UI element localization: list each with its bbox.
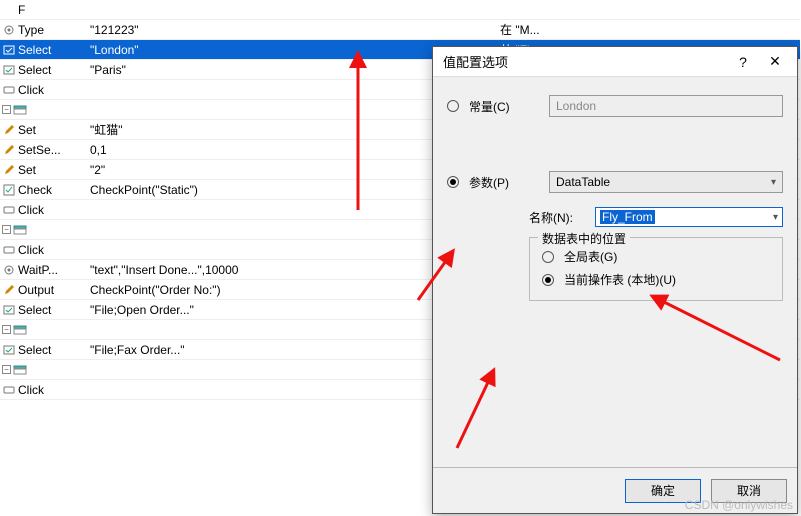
dialog-body: 常量(C) London 参数(P) DataTable ▾ 名称(N): Fl…	[433, 77, 797, 467]
row-label: WaitP...	[18, 263, 58, 277]
row-label: Click	[18, 243, 44, 257]
dialog-title: 值配置选项	[443, 52, 727, 71]
param-radio[interactable]	[447, 176, 459, 188]
expand-icon[interactable]: −	[2, 325, 11, 334]
expand-icon[interactable]: −	[2, 365, 11, 374]
row-label: Click	[18, 203, 44, 217]
table-row[interactable]: Type "121223" 在 "M...	[0, 20, 800, 40]
select-icon	[2, 303, 16, 317]
row-value: CheckPoint("Static")	[90, 183, 390, 197]
cancel-button[interactable]: 取消	[711, 479, 787, 503]
select-icon	[2, 43, 16, 57]
constant-option-row: 常量(C) London	[447, 95, 783, 117]
check-icon	[2, 183, 16, 197]
click-icon	[2, 243, 16, 257]
gear-icon	[2, 23, 16, 37]
ok-button[interactable]: 确定	[625, 479, 701, 503]
header-icon	[13, 223, 27, 237]
header-icon	[13, 323, 27, 337]
row-label: SetSe...	[18, 143, 61, 157]
row-label: Select	[18, 303, 51, 317]
location-groupbox: 数据表中的位置 全局表(G) 当前操作表 (本地)(U)	[529, 237, 783, 301]
row-label: Check	[18, 183, 52, 197]
pen-icon	[2, 123, 16, 137]
row-value: "虹猫"	[90, 121, 390, 138]
local-label: 当前操作表 (本地)(U)	[564, 271, 676, 288]
name-combobox[interactable]: Fly_From ▾	[595, 207, 783, 227]
row-label: Select	[18, 63, 51, 77]
select-icon	[2, 63, 16, 77]
header-icon	[13, 103, 27, 117]
param-type-value: DataTable	[556, 175, 610, 189]
dialog-buttons: 确定 取消	[433, 467, 797, 513]
name-value: Fly_From	[600, 210, 655, 224]
row-value: "London"	[90, 43, 390, 57]
table-row[interactable]: F	[0, 0, 800, 20]
header-icon	[13, 363, 27, 377]
row-extra: 在 "M...	[500, 21, 800, 38]
row-label: Click	[18, 83, 44, 97]
pen-icon	[2, 143, 16, 157]
row-label: Output	[18, 283, 54, 297]
row-value: "Paris"	[90, 63, 390, 77]
help-button[interactable]: ?	[727, 54, 759, 70]
chevron-down-icon: ▾	[771, 177, 776, 188]
dialog-titlebar: 值配置选项 ? ✕	[433, 47, 797, 77]
param-label: 参数(P)	[469, 174, 539, 191]
param-details: 名称(N): Fly_From ▾ 数据表中的位置 全局表(G) 当前操作表 (…	[529, 207, 783, 301]
value-config-dialog: 值配置选项 ? ✕ 常量(C) London 参数(P) DataTable ▾…	[432, 46, 798, 514]
row-value: "text","Insert Done...",10000	[90, 263, 390, 277]
row-label: Select	[18, 43, 51, 57]
pen-icon	[2, 283, 16, 297]
expand-icon[interactable]: −	[2, 225, 11, 234]
param-type-combobox[interactable]: DataTable ▾	[549, 171, 783, 193]
constant-radio[interactable]	[447, 100, 459, 112]
row-value: "File;Open Order..."	[90, 303, 390, 317]
expand-icon[interactable]: −	[2, 105, 11, 114]
click-icon	[2, 203, 16, 217]
local-radio[interactable]	[542, 274, 554, 286]
global-label: 全局表(G)	[564, 248, 617, 265]
row-value: "File;Fax Order..."	[90, 343, 390, 357]
param-option-row: 参数(P) DataTable ▾	[447, 171, 783, 193]
name-row: 名称(N): Fly_From ▾	[529, 207, 783, 227]
row-label: F	[18, 3, 25, 17]
row-label: Set	[18, 123, 36, 137]
select-icon	[2, 343, 16, 357]
row-label: Select	[18, 343, 51, 357]
click-icon	[2, 383, 16, 397]
chevron-down-icon: ▾	[773, 212, 778, 223]
row-value: "2"	[90, 163, 390, 177]
click-icon	[2, 83, 16, 97]
constant-label: 常量(C)	[469, 98, 539, 115]
global-radio[interactable]	[542, 251, 554, 263]
pen-icon	[2, 163, 16, 177]
row-label: Set	[18, 163, 36, 177]
constant-textbox: London	[549, 95, 783, 117]
none-icon	[2, 3, 16, 17]
local-option-row: 当前操作表 (本地)(U)	[542, 271, 770, 288]
row-value: 0,1	[90, 143, 390, 157]
groupbox-legend: 数据表中的位置	[538, 230, 630, 247]
row-label: Click	[18, 383, 44, 397]
gear-icon	[2, 263, 16, 277]
name-label: 名称(N):	[529, 209, 585, 226]
row-value: "121223"	[90, 23, 390, 37]
row-value: CheckPoint("Order No:")	[90, 283, 390, 297]
row-label: Type	[18, 23, 44, 37]
global-option-row: 全局表(G)	[542, 248, 770, 265]
close-button[interactable]: ✕	[759, 53, 791, 70]
